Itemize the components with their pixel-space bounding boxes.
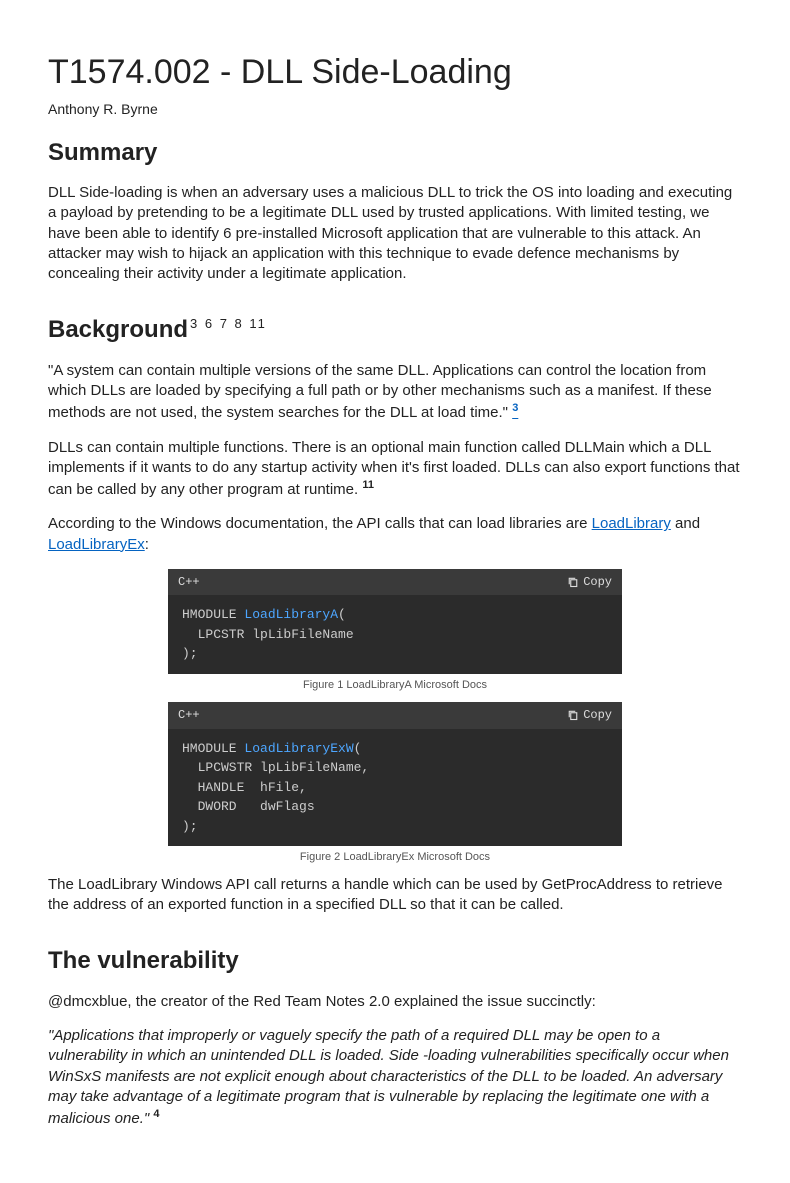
figure-2-caption: Figure 2 LoadLibraryEx Microsoft Docs bbox=[48, 850, 742, 865]
fn-name-2: LoadLibraryExW bbox=[244, 741, 353, 756]
summary-body: DLL Side-loading is when an adversary us… bbox=[48, 183, 742, 284]
copy-label-1: Copy bbox=[583, 574, 612, 590]
code-block-2: C++ Copy HMODULE LoadLibraryExW( LPCWSTR… bbox=[168, 702, 622, 846]
figure-1-caption: Figure 1 LoadLibraryA Microsoft Docs bbox=[48, 678, 742, 693]
bg-p3-end: : bbox=[145, 536, 149, 553]
code-block-1: C++ Copy HMODULE LoadLibraryA( LPCSTR lp… bbox=[168, 569, 622, 674]
bg-p3-pre: According to the Windows documentation, … bbox=[48, 515, 592, 532]
background-para-1: "A system can contain multiple versions … bbox=[48, 361, 742, 424]
summary-heading: Summary bbox=[48, 137, 742, 169]
vuln-intro: @dmcxblue, the creator of the Red Team N… bbox=[48, 992, 742, 1012]
bg-p3-mid: and bbox=[671, 515, 700, 532]
copy-icon bbox=[567, 576, 579, 588]
code-body-1: HMODULE LoadLibraryA( LPCSTR lpLibFileNa… bbox=[168, 595, 622, 674]
copy-button-1[interactable]: Copy bbox=[567, 574, 612, 590]
background-para-2: DLLs can contain multiple functions. The… bbox=[48, 438, 742, 501]
code-body-2: HMODULE LoadLibraryExW( LPCWSTR lpLibFil… bbox=[168, 729, 622, 847]
author-line: Anthony R. Byrne bbox=[48, 100, 742, 119]
background-heading: Background3 6 7 8 11 bbox=[48, 314, 742, 346]
copy-icon bbox=[567, 709, 579, 721]
background-para-3: According to the Windows documentation, … bbox=[48, 514, 742, 555]
code-header-2: C++ Copy bbox=[168, 702, 622, 728]
ref-3-sup: 3 bbox=[512, 402, 518, 414]
page-title: T1574.002 - DLL Side-Loading bbox=[48, 50, 742, 96]
background-heading-text: Background bbox=[48, 316, 188, 343]
code-header-1: C++ Copy bbox=[168, 569, 622, 595]
ref-11-sup: 11 bbox=[362, 479, 374, 491]
vuln-quote-text: "Applications that improperly or vaguely… bbox=[48, 1027, 729, 1127]
fn-name-1: LoadLibraryA bbox=[244, 607, 338, 622]
background-p1-text: "A system can contain multiple versions … bbox=[48, 362, 712, 422]
copy-label-2: Copy bbox=[583, 707, 612, 723]
background-heading-refs: 3 6 7 8 11 bbox=[190, 316, 267, 331]
background-p2-text: DLLs can contain multiple functions. The… bbox=[48, 439, 740, 499]
vulnerability-heading: The vulnerability bbox=[48, 945, 742, 977]
ref-link-3[interactable]: 3 bbox=[512, 404, 518, 421]
code-lang-2: C++ bbox=[178, 707, 200, 723]
background-para-4: The LoadLibrary Windows API call returns… bbox=[48, 875, 742, 916]
code-lang-1: C++ bbox=[178, 574, 200, 590]
ref-4-sup: 4 bbox=[153, 1108, 159, 1120]
copy-button-2[interactable]: Copy bbox=[567, 707, 612, 723]
loadlibrary-link[interactable]: LoadLibrary bbox=[592, 515, 671, 532]
loadlibraryex-link[interactable]: LoadLibraryEx bbox=[48, 536, 145, 553]
